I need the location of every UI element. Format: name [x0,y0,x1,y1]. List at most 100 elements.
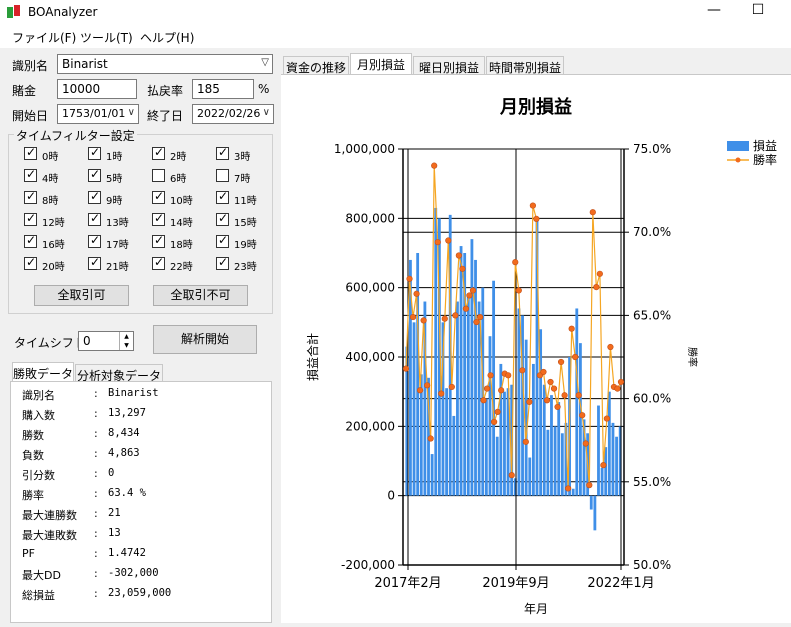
stat-value: 21 [108,507,121,519]
checkbox-checked-icon[interactable]: ✓ [152,211,165,226]
stat-row: 最大DD: -302,000 [22,567,262,587]
tab-balance-history[interactable]: 資金の推移 [283,56,349,75]
bar [597,405,600,496]
checkbox-checked-icon[interactable]: ✓ [88,145,101,160]
win-rate-marker [540,368,547,376]
bar [470,239,474,496]
bar [560,433,564,496]
stat-row: 引分数:0 [22,467,262,487]
stake-input[interactable]: 10000 [57,79,137,99]
checkbox-checked-icon[interactable]: ✓ [88,255,101,270]
tab-analysis-data[interactable]: 分析対象データ [75,364,163,383]
win-rate-marker [526,398,533,406]
hour-label: 3時 [234,152,251,163]
bar [531,363,535,496]
win-rate-marker [441,315,448,322]
tab-weekday-pnl[interactable]: 曜日別損益 [413,56,485,75]
checkbox-checked-icon[interactable]: ✓ [24,233,37,248]
minimize-button[interactable]: — [692,0,736,22]
win-rate-marker [596,270,603,277]
checkbox-checked-icon[interactable]: ✓ [24,211,37,226]
check-mark-icon: ✓ [218,189,229,203]
hour-label: 11時 [234,196,257,207]
analyze-button[interactable]: 解析開始 [153,325,257,354]
deselect-all-button[interactable]: 全取引不可 [153,285,248,306]
tab-hourly-pnl[interactable]: 時間帯別損益 [486,56,564,75]
maximize-button[interactable]: ☐ [736,0,780,22]
menu-file[interactable]: ファイル(F) [12,29,76,46]
win-rate-marker [505,372,512,379]
bar [517,308,521,496]
win-rate-marker [582,440,589,447]
win-rate-marker [586,482,593,489]
checkbox-checked-icon[interactable]: ✓ [152,189,165,204]
checkbox-checked-icon[interactable]: ✓ [216,233,229,248]
win-rate-marker [593,284,600,291]
check-mark-icon: ✓ [90,211,101,225]
checkbox-checked-icon[interactable]: ✓ [24,145,37,160]
check-mark-icon: ✓ [154,211,165,225]
checkbox-checked-icon[interactable]: ✓ [88,211,101,226]
checkbox-unchecked-icon[interactable] [152,169,165,182]
win-rate-marker [476,313,484,321]
y2-tick-label: 50.0% [633,558,671,572]
start-date-picker[interactable]: 1753/01/01 ∨ [57,104,139,124]
end-date-picker[interactable]: 2022/02/26 ∨ [192,104,274,124]
check-mark-icon: ✓ [90,233,101,247]
y2-tick-label: 60.0% [633,392,671,406]
time-shift-stepper[interactable]: 0 ▲ ▼ [78,331,134,351]
payout-label: 払戻率 [147,84,184,98]
stat-value: 23,059,000 [108,587,172,599]
tab-win-loss-data[interactable]: 勝敗データ [12,362,74,382]
bar [607,391,611,496]
bar [499,363,503,496]
chevron-down-icon: ▽ [261,57,269,68]
win-rate-marker [438,390,445,397]
stat-colon: : [94,427,98,440]
menu-tools[interactable]: ツール(T) [80,29,133,46]
checkbox-checked-icon[interactable]: ✓ [88,233,101,248]
menu-help[interactable]: ヘルプ(H) [140,29,194,46]
stat-colon: : [94,467,98,480]
y-tick-label: -200,000 [341,558,395,572]
chart-title: 月別損益 [499,96,572,118]
bar [492,280,496,496]
identifier-combo[interactable]: Binarist ▽ [57,54,273,74]
hour-label: 12時 [42,218,65,229]
start-date-value: 1753/01/01 [62,107,126,120]
select-all-button[interactable]: 全取引可 [34,285,129,306]
hour-label: 14時 [170,218,193,229]
win-rate-marker [409,313,417,321]
bar [593,495,597,531]
check-mark-icon: ✓ [154,233,165,247]
hour-label: 6時 [170,174,187,185]
checkbox-checked-icon[interactable]: ✓ [88,189,101,204]
stat-key: PF [22,547,35,560]
checkbox-checked-icon[interactable]: ✓ [88,167,101,182]
checkbox-unchecked-icon[interactable] [216,169,229,182]
check-mark-icon: ✓ [26,255,37,269]
checkbox-checked-icon[interactable]: ✓ [152,233,165,248]
checkbox-checked-icon[interactable]: ✓ [216,145,229,160]
check-mark-icon: ✓ [90,255,101,269]
checkbox-checked-icon[interactable]: ✓ [24,189,37,204]
y2-tick-label: 75.0% [633,142,671,156]
hour-label: 21時 [106,262,129,273]
payout-input[interactable]: 185 [192,79,254,99]
checkbox-checked-icon[interactable]: ✓ [216,255,229,270]
x-tick-label: 2017年2月 [374,576,441,591]
checkbox-checked-icon[interactable]: ✓ [24,167,37,182]
checkbox-checked-icon[interactable]: ✓ [24,255,37,270]
y2-axis-title: 勝率 [686,347,699,367]
checkbox-checked-icon[interactable]: ✓ [216,189,229,204]
checkbox-checked-icon[interactable]: ✓ [216,211,229,226]
stat-value: 4,863 [108,447,140,459]
tab-monthly-pnl[interactable]: 月別損益 [350,53,412,75]
checkbox-checked-icon[interactable]: ✓ [152,255,165,270]
spinner-arrows-icon[interactable]: ▲ ▼ [119,332,133,350]
bar [416,253,420,496]
stat-value: 13,297 [108,407,146,419]
checkbox-checked-icon[interactable]: ✓ [152,145,165,160]
hour-label: 8時 [42,196,59,207]
check-mark-icon: ✓ [26,233,37,247]
